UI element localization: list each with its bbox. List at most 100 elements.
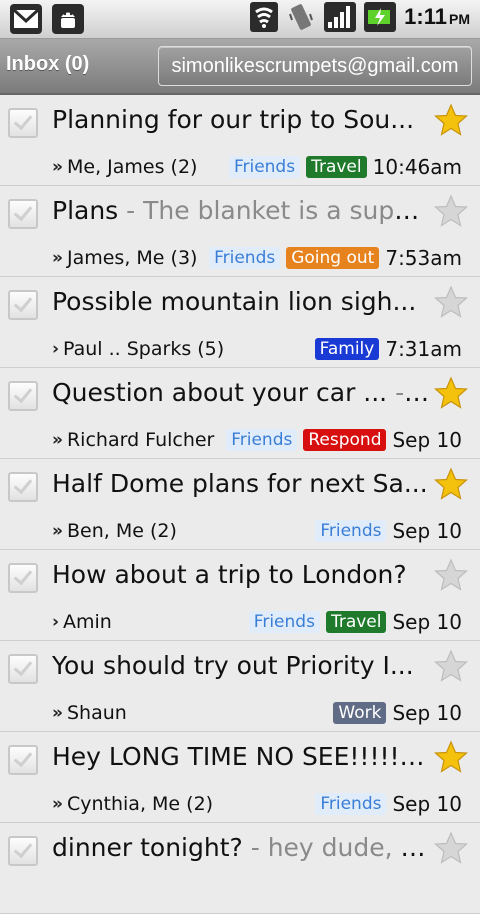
message-meta: › Paul .. Sparks (5) Family 7:31am [52, 335, 462, 363]
thread-chevron-icon: » [52, 703, 63, 723]
snippet-text: - I... [395, 378, 432, 407]
label-badge: Work [333, 702, 387, 724]
message-list: Planning for our trip to Sou...» Me, Jame… [0, 95, 480, 914]
message-time: 7:31am [385, 337, 462, 361]
select-checkbox[interactable] [8, 290, 38, 320]
star-icon[interactable] [434, 103, 468, 137]
subject-text: Hey LONG TIME NO SEE!!!!! [52, 742, 400, 771]
message-time: 7:53am [385, 246, 462, 270]
label-badge: Going out [286, 247, 380, 269]
message-time: Sep 10 [392, 428, 462, 452]
star-icon[interactable] [434, 558, 468, 592]
star-icon[interactable] [434, 649, 468, 683]
thread-chevron-icon: › [52, 339, 60, 359]
label-badge: Friends [209, 247, 281, 269]
message-meta: » Cynthia, Me (2) Friends Sep 10 [52, 790, 462, 818]
label-badge: Family [314, 338, 380, 360]
subject-text: How about a trip to London? [52, 560, 407, 589]
message-row[interactable]: Plans - The blanket is a super... » James,… [0, 186, 480, 277]
message-meta: » Richard Fulcher Friends Respond Sep 10 [52, 426, 462, 454]
label-badge: Respond [303, 429, 387, 451]
label-badge: Friends [228, 156, 301, 178]
system-icons: 1:11 PM [250, 2, 470, 32]
select-checkbox[interactable] [8, 563, 38, 593]
thread-chevron-icon: » [52, 157, 63, 177]
message-row[interactable]: You should try out Priority I... » Shaun Wo… [0, 641, 480, 732]
battery-icon [364, 2, 397, 32]
star-icon[interactable] [434, 740, 468, 774]
thread-chevron-icon: » [52, 521, 63, 541]
subject-text: Planning for our trip to Sou... [52, 105, 415, 134]
inbox-header: Inbox (0) simonlikescrumpets@gmail.com [0, 39, 480, 95]
thread-chevron-icon: » [52, 794, 63, 814]
message-meta: » James, Me (3) Friends Going out 7:53am [52, 244, 462, 272]
subject-text: Possible mountain lion sigh... [52, 287, 417, 316]
subject-text: Half Dome plans for next Sa... [52, 469, 428, 498]
message-meta: › Amin Friends Travel Sep 10 [52, 608, 462, 636]
message-subject: Possible mountain lion sigh... [52, 287, 432, 316]
select-checkbox[interactable] [8, 836, 38, 866]
message-time: Sep 10 [392, 610, 462, 634]
message-row[interactable]: Question about your car ... - I... »Richa… [0, 368, 480, 459]
signal-icon [324, 2, 357, 32]
label-badge: Friends [315, 520, 387, 542]
select-checkbox[interactable] [8, 381, 38, 411]
message-subject: How about a trip to London? [52, 560, 432, 589]
message-senders: Paul .. Sparks (5) [63, 338, 225, 360]
star-icon[interactable] [434, 831, 468, 865]
message-meta: » Ben, Me (2) Friends Sep 10 [52, 517, 462, 545]
message-time: Sep 10 [392, 792, 462, 816]
message-subject: Planning for our trip to Sou... [52, 105, 432, 134]
message-row[interactable]: Half Dome plans for next Sa... » Ben, Me (… [0, 459, 480, 550]
message-row[interactable]: How about a trip to London? › Amin Friends T… [0, 550, 480, 641]
thread-chevron-icon: » [52, 248, 63, 268]
clock-time: 1:11 [404, 4, 447, 29]
message-senders: Richard Fulcher [66, 429, 215, 451]
select-checkbox[interactable] [8, 745, 38, 775]
label-badge: Travel [325, 611, 387, 633]
message-meta: » Me, James (2) Friends Travel 10:46am [52, 153, 462, 181]
star-icon[interactable] [434, 467, 468, 501]
message-senders: Ben, Me (2) [66, 520, 177, 542]
message-row[interactable]: Hey LONG TIME NO SEE!!!!! - T... »Cynthia… [0, 732, 480, 823]
message-subject: Plans - The blanket is a super... [52, 196, 432, 225]
message-row[interactable]: Possible mountain lion sigh... › Paul .. S… [0, 277, 480, 368]
snippet-text: - hey dude, d... [242, 833, 432, 862]
message-time: 10:46am [372, 155, 462, 179]
message-subject: dinner tonight? - hey dude, d... [52, 833, 432, 862]
subject-text: Plans [52, 196, 119, 225]
select-checkbox[interactable] [8, 108, 38, 138]
star-icon[interactable] [434, 285, 468, 319]
message-time: Sep 10 [392, 519, 462, 543]
message-senders: James, Me (3) [66, 247, 198, 269]
select-checkbox[interactable] [8, 654, 38, 684]
label-badge: Friends [315, 793, 387, 815]
message-senders: Me, James (2) [66, 156, 198, 178]
thread-chevron-icon: » [52, 430, 63, 450]
subject-text: You should try out Priority I... [52, 651, 414, 680]
inbox-title: Inbox (0) [6, 53, 90, 75]
notification-icons [10, 4, 84, 34]
label-badge: Travel [306, 156, 367, 178]
debug-icon [52, 4, 84, 34]
message-senders: Amin [63, 611, 112, 633]
gmail-icon [10, 4, 42, 34]
label-badge: Friends [226, 429, 298, 451]
select-checkbox[interactable] [8, 472, 38, 502]
label-badge: Friends [248, 611, 320, 633]
star-icon[interactable] [434, 194, 468, 228]
message-row[interactable]: dinner tonight? - hey dude, d... [0, 823, 480, 914]
message-meta: » Shaun Work Sep 10 [52, 699, 462, 727]
subject-text: dinner tonight? [52, 833, 243, 862]
message-row[interactable]: Planning for our trip to Sou... » Me, Jame… [0, 95, 480, 186]
message-subject: You should try out Priority I... [52, 651, 432, 680]
status-bar: 1:11 PM [0, 0, 480, 39]
snippet-text: - The blanket is a super... [118, 196, 432, 225]
message-subject: Hey LONG TIME NO SEE!!!!! - T... [52, 742, 432, 771]
message-subject: Half Dome plans for next Sa... [52, 469, 432, 498]
clock-ampm: PM [449, 11, 470, 27]
account-selector[interactable]: simonlikescrumpets@gmail.com [158, 46, 472, 86]
subject-text: Question about your car ... [52, 378, 388, 407]
select-checkbox[interactable] [8, 199, 38, 229]
star-icon[interactable] [434, 376, 468, 410]
